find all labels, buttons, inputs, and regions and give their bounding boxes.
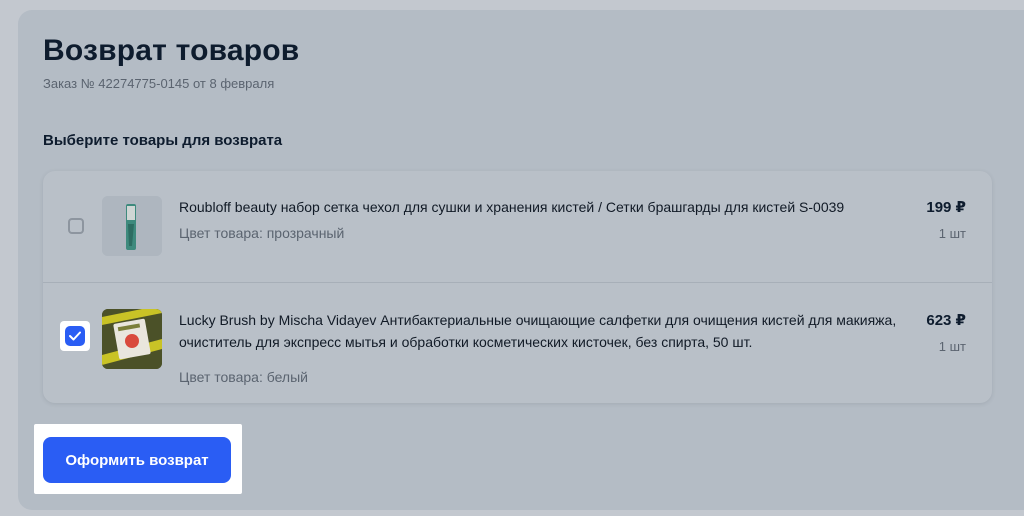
- product-name[interactable]: Roubloff beauty набор сетка чехол для су…: [179, 196, 899, 218]
- product-quantity: 1 шт: [938, 226, 966, 241]
- checkbox-highlight: [60, 321, 90, 351]
- product-thumbnail[interactable]: [102, 309, 162, 369]
- submit-highlight: Оформить возврат: [34, 424, 242, 494]
- wipes-package-icon: [102, 309, 162, 369]
- page-title: Возврат товаров: [43, 34, 300, 67]
- check-icon: [69, 331, 81, 341]
- items-card: Roubloff beauty набор сетка чехол для су…: [43, 171, 992, 403]
- product-price: 199 ₽: [926, 199, 966, 216]
- item-checkbox-checked[interactable]: [65, 326, 85, 346]
- section-title: Выберите товары для возврата: [43, 132, 283, 149]
- list-item: Lucky Brush by Mischa Vidayev Антибактер…: [43, 282, 992, 404]
- product-color: Цвет товара: прозрачный: [179, 225, 345, 241]
- submit-return-button[interactable]: Оформить возврат: [43, 437, 231, 483]
- brush-guard-icon: [102, 196, 162, 256]
- order-subtitle: Заказ № 42274775-0145 от 8 февраля: [43, 76, 275, 91]
- product-price: 623 ₽: [926, 312, 966, 329]
- product-thumbnail[interactable]: [102, 196, 162, 256]
- list-item: Roubloff beauty набор сетка чехол для су…: [43, 171, 992, 282]
- product-quantity: 1 шт: [938, 339, 966, 354]
- product-color: Цвет товара: белый: [179, 369, 308, 385]
- product-name[interactable]: Lucky Brush by Mischa Vidayev Антибактер…: [179, 309, 899, 353]
- item-checkbox[interactable]: [68, 218, 84, 234]
